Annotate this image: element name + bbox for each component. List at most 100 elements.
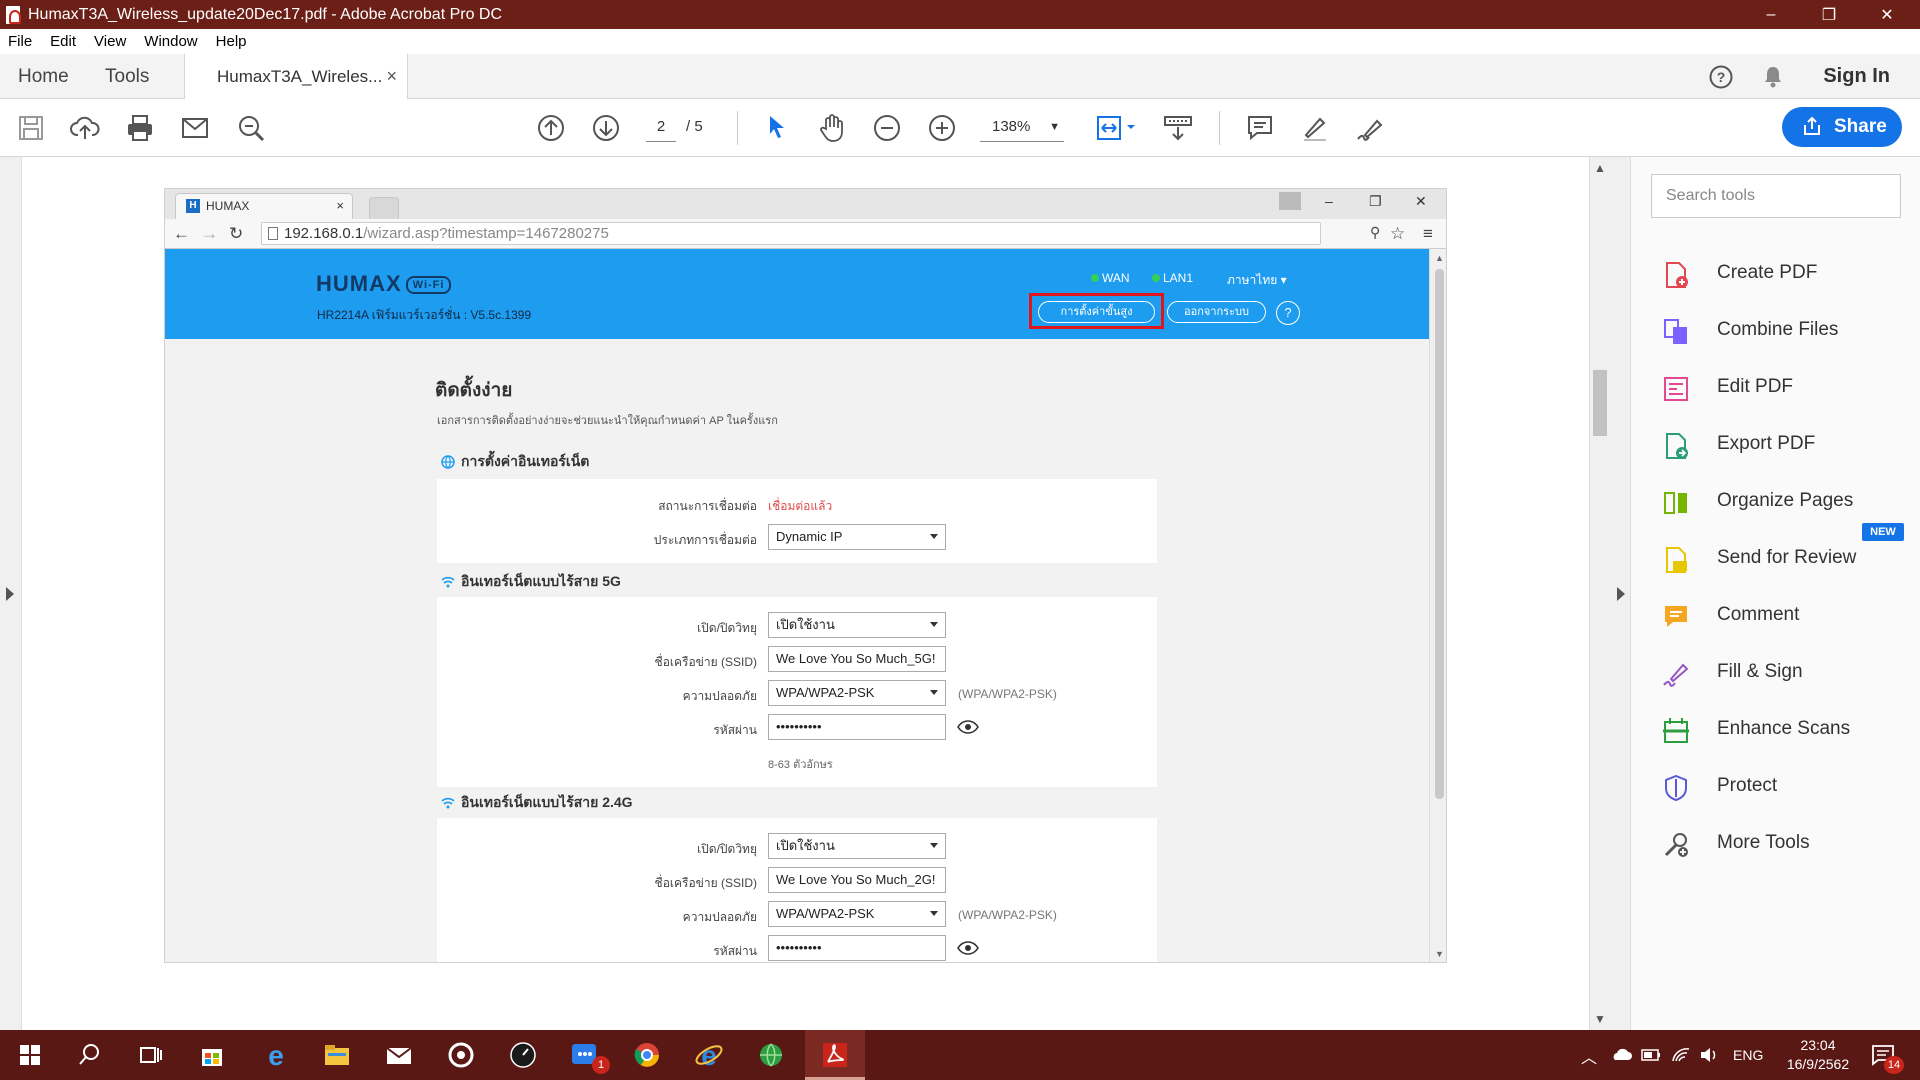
tool-export-pdf[interactable]: Export PDF <box>1661 425 1911 465</box>
document-scrollbar[interactable]: ▲ ▼ <box>1589 157 1609 1030</box>
tool-label: Create PDF <box>1717 262 1818 283</box>
more-tools-icon <box>1664 833 1688 857</box>
menu-window[interactable]: Window <box>136 33 207 50</box>
left-panel-toggle[interactable] <box>0 157 22 1030</box>
internet-explorer-icon[interactable]: e <box>694 1040 724 1070</box>
help-icon[interactable]: ? <box>1709 65 1733 89</box>
minimize-button[interactable]: – <box>1742 0 1800 29</box>
radio-5g-label: เปิด/ปิดวิทยุ <box>697 621 757 635</box>
close-window-button[interactable]: ✕ <box>1858 0 1916 29</box>
tab-home[interactable]: Home <box>18 54 69 99</box>
battery-icon[interactable] <box>1640 1044 1662 1066</box>
title-bar: HumaxT3A_Wireless_update20Dec17.pdf - Ad… <box>0 0 1920 29</box>
task-view-icon[interactable] <box>135 1040 165 1070</box>
chrome-icon[interactable] <box>632 1040 662 1070</box>
radio-24g-select: เปิดใช้งาน <box>768 833 946 859</box>
search-icon[interactable] <box>75 1040 105 1070</box>
status-dot-icon <box>1152 274 1160 282</box>
organize-pages-icon <box>1664 492 1687 514</box>
onedrive-cloud-icon[interactable] <box>1610 1044 1632 1066</box>
zoom-in-icon[interactable] <box>927 113 957 143</box>
email-icon[interactable] <box>180 113 210 143</box>
notification-badge: 14 <box>1884 1056 1904 1074</box>
volume-icon[interactable] <box>1698 1044 1720 1066</box>
windows-start-icon[interactable] <box>15 1040 45 1070</box>
file-explorer-icon[interactable] <box>322 1040 352 1070</box>
edge-icon[interactable]: e <box>261 1040 291 1070</box>
mail-icon[interactable] <box>384 1040 414 1070</box>
edit-pdf-icon <box>1664 377 1688 401</box>
connection-status-value: เชื่อมต่อแล้ว <box>768 499 833 513</box>
language-select: ภาษาไทย ▾ <box>1227 273 1287 287</box>
wifi-tray-icon[interactable] <box>1670 1044 1692 1066</box>
comment-tool-icon[interactable] <box>1245 113 1275 143</box>
menu-file[interactable]: File <box>0 33 42 50</box>
search-tools-input[interactable]: Search tools <box>1651 174 1901 218</box>
zoom-out-icon[interactable] <box>872 113 902 143</box>
tool-create-pdf[interactable]: Create PDF <box>1661 254 1911 294</box>
speedometer-icon[interactable] <box>508 1040 538 1070</box>
tab-document[interactable]: HumaxT3A_Wireles... × <box>184 54 408 100</box>
tray-chevron-up-icon[interactable]: ︿ <box>1581 1044 1597 1068</box>
scroll-up-icon[interactable]: ▲ <box>1594 161 1606 175</box>
tool-comment[interactable]: Comment <box>1661 596 1911 636</box>
tab-tools[interactable]: Tools <box>105 54 149 99</box>
scroll-thumb[interactable] <box>1593 370 1607 436</box>
zoom-level-select[interactable]: 138% ▼ <box>980 112 1064 142</box>
tool-label: Fill & Sign <box>1717 661 1803 682</box>
sign-in-link[interactable]: Sign In <box>1823 54 1890 99</box>
tool-edit-pdf[interactable]: Edit PDF <box>1661 368 1911 408</box>
radio-24g-label: เปิด/ปิดวิทยุ <box>697 842 757 856</box>
tool-enhance-scans[interactable]: Enhance Scans <box>1661 710 1911 750</box>
taskbar-acrobat-active[interactable] <box>805 1030 865 1080</box>
highlight-pen-icon[interactable] <box>1300 113 1330 143</box>
humax-logo: HUMAX Wi-Fi <box>316 271 452 297</box>
previous-page-icon[interactable] <box>536 113 566 143</box>
media-player-icon[interactable] <box>446 1040 476 1070</box>
tool-label: Combine Files <box>1717 319 1839 340</box>
scroll-mode-icon[interactable] <box>1163 113 1193 143</box>
tool-fill-sign[interactable]: Fill & Sign <box>1661 653 1911 693</box>
tool-send-for-review[interactable]: Send for Review <box>1661 539 1911 579</box>
svg-text:e: e <box>701 1040 717 1070</box>
tool-combine-files[interactable]: Combine Files <box>1661 311 1911 351</box>
select-cursor-icon[interactable] <box>762 113 792 143</box>
input-language[interactable]: ENG <box>1733 1030 1763 1080</box>
connection-type-select: Dynamic IP <box>768 524 946 550</box>
menu-view[interactable]: View <box>86 33 136 50</box>
menu-edit[interactable]: Edit <box>42 33 86 50</box>
restore-button[interactable]: ❐ <box>1800 0 1858 29</box>
network-globe-icon[interactable] <box>756 1040 786 1070</box>
tool-label: Protect <box>1717 775 1778 796</box>
url-host: 192.168.0.1 <box>284 225 364 242</box>
right-panel-toggle[interactable] <box>1609 157 1631 1030</box>
browser-new-tab <box>369 197 399 219</box>
svg-text:e: e <box>268 1040 284 1070</box>
tool-protect[interactable]: Protect <box>1661 767 1911 807</box>
page-number-input[interactable]: 2 <box>646 112 676 142</box>
wifi-icon <box>441 798 455 809</box>
tool-organize-pages[interactable]: Organize Pages <box>1661 482 1911 522</box>
store-icon[interactable] <box>197 1040 227 1070</box>
close-tab-icon[interactable]: × <box>386 54 397 99</box>
security-24g-note: (WPA/WPA2-PSK) <box>958 908 1057 922</box>
next-page-icon[interactable] <box>591 113 621 143</box>
save-icon[interactable] <box>16 113 46 143</box>
upload-cloud-icon[interactable] <box>70 113 100 143</box>
humax-header: HUMAX Wi-Fi HR2214A เฟิร์มแวร์เวอร์ชั่น :… <box>165 249 1429 339</box>
fit-page-icon[interactable] <box>1094 113 1138 143</box>
hand-tool-icon[interactable] <box>817 113 847 143</box>
tool-more-tools[interactable]: More Tools <box>1661 824 1911 864</box>
bell-icon[interactable] <box>1761 65 1785 89</box>
share-button[interactable]: Share <box>1782 107 1902 147</box>
menu-help[interactable]: Help <box>208 33 257 50</box>
sign-pen-icon[interactable] <box>1355 113 1385 143</box>
clock[interactable]: 23:04 16/9/2562 <box>1782 1036 1854 1074</box>
tools-panel: Search tools Create PDF Combine Files Edit… <box>1631 157 1920 1030</box>
browser-url: 192.168.0.1/wizard.asp?timestamp=1467280… <box>261 222 1321 245</box>
print-icon[interactable] <box>125 113 155 143</box>
enhance-scans-icon <box>1663 718 1689 743</box>
scroll-down-icon[interactable]: ▼ <box>1594 1012 1606 1026</box>
toolbar-divider <box>737 111 738 145</box>
find-zoom-icon[interactable] <box>236 113 266 143</box>
